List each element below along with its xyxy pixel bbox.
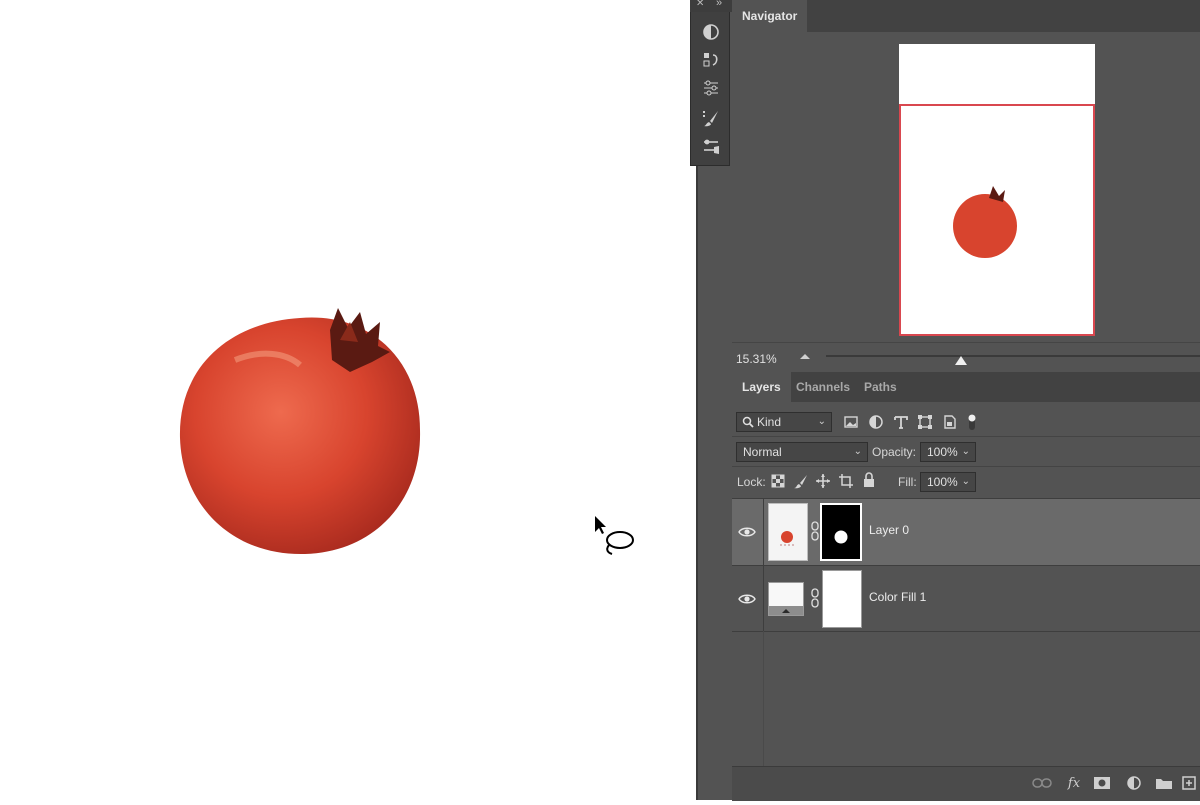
divider <box>732 631 1200 632</box>
visibility-eye-icon[interactable] <box>738 590 756 608</box>
lock-image-pixels-icon[interactable] <box>793 473 809 489</box>
lock-all-icon[interactable] <box>861 472 877 489</box>
fill-field[interactable]: 100% ⌄ <box>920 472 976 492</box>
zoom-out-icon[interactable] <box>798 351 812 361</box>
fill-label: Fill: <box>898 475 917 489</box>
layers-body: Kind ⌄ Normal ⌄ Opacity: 100% ⌄ Lock: Fi… <box>732 406 1200 800</box>
filter-shape-icon[interactable] <box>917 414 933 430</box>
layer-thumbnail[interactable] <box>768 503 808 561</box>
layers-tab-bar: Layers Channels Paths <box>732 372 1200 402</box>
tab-channels[interactable]: Channels <box>786 372 860 402</box>
layer-mask-thumbnail[interactable] <box>820 503 862 561</box>
chevron-down-icon: ⌄ <box>817 416 826 427</box>
divider <box>732 466 1200 467</box>
add-mask-icon[interactable] <box>1092 773 1112 793</box>
adjustments-icon[interactable] <box>699 20 723 44</box>
filter-pixel-icon[interactable] <box>843 414 859 430</box>
navigator-tab-bar: Navigator <box>732 0 1200 32</box>
layer-name[interactable]: Layer 0 <box>869 523 909 537</box>
tab-paths[interactable]: Paths <box>854 372 907 402</box>
fill-layer-thumbnail[interactable] <box>768 582 804 616</box>
zoom-slider-track[interactable] <box>826 355 1200 357</box>
fill-value: 100% <box>927 475 958 489</box>
navigator-body <box>732 36 1200 338</box>
layer-style-fx-icon[interactable]: fx <box>1064 773 1084 793</box>
navigator-zoom-row: 15.31% <box>732 342 1200 376</box>
filter-type-icon[interactable] <box>893 414 909 430</box>
filter-adjustment-icon[interactable] <box>868 414 884 430</box>
search-icon <box>742 416 754 428</box>
divider <box>732 436 1200 437</box>
layer-row-layer-0[interactable]: Layer 0 <box>732 498 1200 565</box>
thumbnail-pomegranate-icon <box>780 531 794 546</box>
blend-mode-select[interactable]: Normal ⌄ <box>736 442 868 462</box>
blend-mode-value: Normal <box>743 445 782 459</box>
tab-navigator[interactable]: Navigator <box>732 0 808 32</box>
zoom-slider-thumb[interactable] <box>954 353 968 367</box>
opacity-label: Opacity: <box>872 445 917 459</box>
new-group-folder-icon[interactable] <box>1154 773 1174 793</box>
lock-label: Lock: <box>737 475 766 489</box>
tool-presets-icon[interactable] <box>699 134 723 158</box>
properties-icon[interactable] <box>699 76 723 100</box>
tab-layers[interactable]: Layers <box>732 372 791 402</box>
mask-circle-icon <box>834 530 848 544</box>
expand-panels-icon[interactable]: » <box>716 0 722 9</box>
panel-dock-header: ✕ » <box>690 0 732 12</box>
layer-mask-thumbnail[interactable] <box>822 570 862 628</box>
lock-position-icon[interactable] <box>815 473 831 489</box>
mask-link-icon[interactable] <box>810 588 820 608</box>
visibility-column-divider <box>763 566 764 632</box>
layers-bottom-bar: fx <box>732 766 1200 801</box>
link-layers-icon[interactable] <box>1032 773 1052 793</box>
visibility-column-divider <box>763 631 764 766</box>
filter-kind-label: Kind <box>757 415 782 429</box>
zoom-level[interactable]: 15.31% <box>736 352 777 366</box>
brush-settings-icon[interactable] <box>699 106 723 130</box>
navigator-view-frame[interactable] <box>899 104 1095 336</box>
opacity-value: 100% <box>927 445 958 459</box>
history-icon[interactable] <box>699 48 723 72</box>
new-adjustment-layer-icon[interactable] <box>1124 773 1144 793</box>
document-canvas[interactable] <box>0 0 696 800</box>
chevron-down-icon: ⌄ <box>853 446 862 457</box>
lock-artboard-icon[interactable] <box>838 473 854 489</box>
chevron-down-icon: ⌄ <box>961 446 970 457</box>
visibility-eye-icon[interactable] <box>738 523 756 541</box>
mask-link-icon[interactable] <box>810 521 820 541</box>
lasso-cursor-icon <box>595 516 634 555</box>
new-layer-icon[interactable] <box>1180 773 1198 793</box>
opacity-field[interactable]: 100% ⌄ <box>920 442 976 462</box>
layer-row-color-fill-1[interactable]: Color Fill 1 <box>732 565 1200 632</box>
filter-kind-select[interactable]: Kind ⌄ <box>736 412 832 432</box>
visibility-column-divider <box>763 499 764 565</box>
lock-transparent-pixels-icon[interactable] <box>770 473 786 489</box>
chevron-down-icon: ⌄ <box>961 476 970 487</box>
filter-smart-object-icon[interactable] <box>942 414 958 430</box>
triangle-icon <box>782 609 790 613</box>
close-icon[interactable]: ✕ <box>696 0 704 9</box>
layer-name[interactable]: Color Fill 1 <box>869 590 926 604</box>
filter-toggle-icon[interactable] <box>966 412 978 432</box>
right-panel: Navigator 15.31% Layers Channels Paths K… <box>732 0 1200 801</box>
pomegranate-image <box>179 308 421 555</box>
collapsed-panel-strip <box>690 12 730 166</box>
